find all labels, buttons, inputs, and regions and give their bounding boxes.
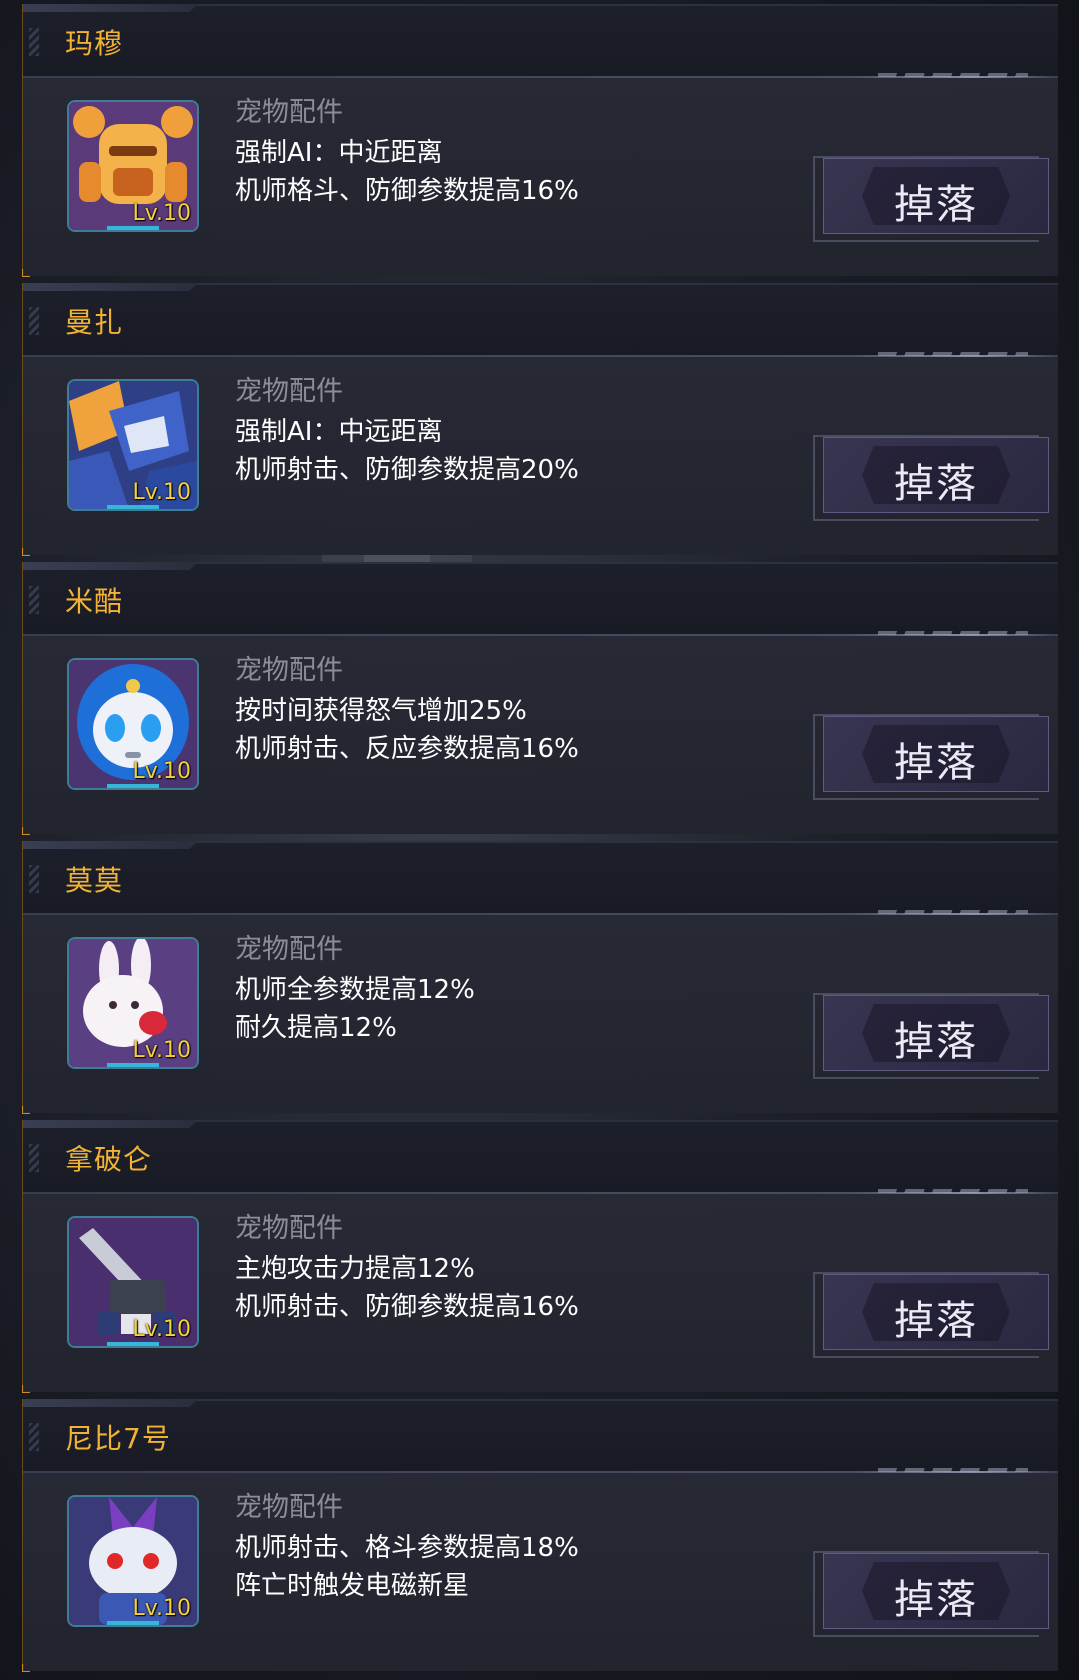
header-stripe-decoration: [29, 1144, 39, 1172]
effect-description: 主炮攻击力提高12% 机师射击、防御参数提高16%: [235, 1250, 579, 1326]
effect-description: 强制AI：中近距离 机师格斗、防御参数提高16%: [235, 134, 579, 210]
effect-line: 机师格斗、防御参数提高16%: [235, 176, 579, 206]
blue-hooded-robot-portrait-icon[interactable]: Lv.10: [67, 658, 199, 790]
pet-name: 米酷: [65, 585, 124, 618]
pet-parts-list: 玛穆 Lv.10 宠物配件 强制AI：中近距离 机师格斗、防御参数提高16% 掉…: [22, 4, 1058, 1678]
effect-line: 耐久提高12%: [235, 1013, 397, 1043]
category-label: 宠物配件: [235, 655, 343, 686]
header-stripe-decoration: [29, 307, 39, 335]
level-label: Lv.10: [132, 1596, 191, 1621]
effect-line: 机师全参数提高12%: [235, 975, 475, 1005]
pet-card: 拿破仑 Lv.10 宠物配件 主炮攻击力提高12% 机师射击、防御参数提高16%: [22, 1120, 1058, 1393]
card-header: 曼扎: [23, 283, 1058, 357]
card-body: Lv.10 宠物配件 强制AI：中远距离 机师射击、防御参数提高20% 掉落: [23, 357, 1058, 555]
category-label: 宠物配件: [235, 934, 343, 965]
effect-line: 机师射击、反应参数提高16%: [235, 734, 579, 764]
pet-name: 尼比7号: [65, 1422, 171, 1455]
card-header: 莫莫: [23, 841, 1058, 915]
card-header: 尼比7号: [23, 1399, 1058, 1473]
cannon-robot-portrait-icon[interactable]: Lv.10: [67, 1216, 199, 1348]
pet-name: 莫莫: [65, 864, 124, 897]
golden-robot-portrait-icon[interactable]: Lv.10: [67, 100, 199, 232]
blue-mech-portrait-icon[interactable]: Lv.10: [67, 379, 199, 511]
category-label: 宠物配件: [235, 97, 343, 128]
header-stripe-decoration: [29, 1423, 39, 1451]
drop-button[interactable]: 掉落: [813, 993, 1049, 1079]
drop-button-label: 掉落: [894, 1019, 978, 1065]
drop-button-label: 掉落: [894, 740, 978, 786]
drop-button-label: 掉落: [894, 182, 978, 228]
card-body: Lv.10 宠物配件 机师全参数提高12% 耐久提高12% 掉落: [23, 915, 1058, 1113]
drop-button[interactable]: 掉落: [813, 156, 1049, 242]
pet-card: 尼比7号 Lv.10 宠物配件 机师射击、格斗参数提高18% 阵亡时触发电磁新星: [22, 1399, 1058, 1672]
header-stripe-decoration: [29, 28, 39, 56]
effect-line: 强制AI：中远距离: [235, 417, 443, 447]
header-stripe-decoration: [29, 865, 39, 893]
header-tab-decoration: [23, 283, 198, 291]
drop-button-label: 掉落: [894, 1298, 978, 1344]
effect-line: 阵亡时触发电磁新星: [235, 1571, 470, 1601]
header-tab-decoration: [23, 1399, 198, 1407]
drop-button[interactable]: 掉落: [813, 1272, 1049, 1358]
level-label: Lv.10: [132, 1317, 191, 1342]
card-body: Lv.10 宠物配件 按时间获得怒气增加25% 机师射击、反应参数提高16% 掉…: [23, 636, 1058, 834]
drop-button[interactable]: 掉落: [813, 435, 1049, 521]
effect-line: 主炮攻击力提高12%: [235, 1254, 475, 1284]
card-header: 米酷: [23, 562, 1058, 636]
effect-line: 机师射击、防御参数提高16%: [235, 1292, 579, 1322]
drop-button[interactable]: 掉落: [813, 714, 1049, 800]
effect-description: 强制AI：中远距离 机师射击、防御参数提高20%: [235, 413, 579, 489]
drop-button-label: 掉落: [894, 1577, 978, 1623]
card-body: Lv.10 宠物配件 强制AI：中近距离 机师格斗、防御参数提高16% 掉落: [23, 78, 1058, 276]
effect-line: 机师射击、防御参数提高20%: [235, 455, 579, 485]
drop-button[interactable]: 掉落: [813, 1551, 1049, 1637]
category-label: 宠物配件: [235, 1213, 343, 1244]
category-label: 宠物配件: [235, 1492, 343, 1523]
effect-description: 机师射击、格斗参数提高18% 阵亡时触发电磁新星: [235, 1529, 579, 1605]
header-tab-decoration: [23, 4, 198, 12]
drop-button-label: 掉落: [894, 461, 978, 507]
card-header: 拿破仑: [23, 1120, 1058, 1194]
header-tab-decoration: [23, 562, 198, 570]
card-header: 玛穆: [23, 4, 1058, 78]
pet-name: 拿破仑: [65, 1143, 153, 1176]
level-label: Lv.10: [132, 759, 191, 784]
red-eyed-robot-portrait-icon[interactable]: Lv.10: [67, 1495, 199, 1627]
effect-line: 强制AI：中近距离: [235, 138, 443, 168]
header-tab-decoration: [23, 1120, 198, 1128]
effect-line: 机师射击、格斗参数提高18%: [235, 1533, 579, 1563]
pet-name: 玛穆: [65, 27, 124, 60]
category-label: 宠物配件: [235, 376, 343, 407]
level-label: Lv.10: [132, 480, 191, 505]
pet-card: 米酷 Lv.10 宠物配件 按时间获得怒气增加25% 机师射击、反应参数提高16…: [22, 562, 1058, 835]
header-tab-decoration: [23, 841, 198, 849]
level-label: Lv.10: [132, 201, 191, 226]
card-body: Lv.10 宠物配件 机师射击、格斗参数提高18% 阵亡时触发电磁新星 掉落: [23, 1473, 1058, 1671]
effect-line: 按时间获得怒气增加25%: [235, 696, 527, 726]
pet-card: 玛穆 Lv.10 宠物配件 强制AI：中近距离 机师格斗、防御参数提高16% 掉…: [22, 4, 1058, 277]
pet-card: 曼扎 Lv.10 宠物配件 强制AI：中远距离 机师射击、防御参数提高20% 掉…: [22, 283, 1058, 556]
header-stripe-decoration: [29, 586, 39, 614]
effect-description: 机师全参数提高12% 耐久提高12%: [235, 971, 475, 1047]
effect-description: 按时间获得怒气增加25% 机师射击、反应参数提高16%: [235, 692, 579, 768]
white-rabbit-portrait-icon[interactable]: Lv.10: [67, 937, 199, 1069]
pet-name: 曼扎: [65, 306, 124, 339]
level-label: Lv.10: [132, 1038, 191, 1063]
card-body: Lv.10 宠物配件 主炮攻击力提高12% 机师射击、防御参数提高16% 掉落: [23, 1194, 1058, 1392]
pet-card: 莫莫 Lv.10 宠物配件 机师全参数提高12% 耐久提高12% 掉落: [22, 841, 1058, 1114]
